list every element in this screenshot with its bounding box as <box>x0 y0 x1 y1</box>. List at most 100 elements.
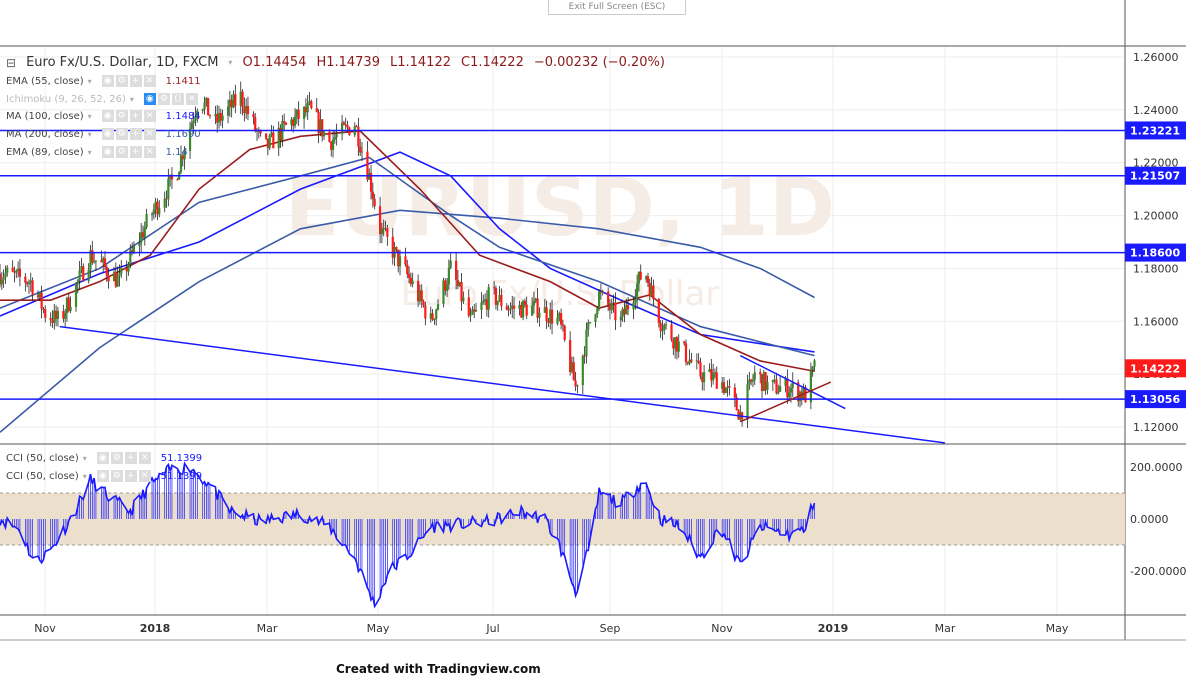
eye-icon[interactable]: ◉ <box>101 128 114 140</box>
close-icon[interactable]: ✕ <box>143 146 156 158</box>
candle-body <box>632 302 635 310</box>
candle-body <box>699 362 702 377</box>
candle-body <box>226 106 230 116</box>
chevron-down-icon[interactable]: ▾ <box>88 148 92 157</box>
candle-body <box>811 366 814 371</box>
chevron-down-icon[interactable]: ▾ <box>88 112 92 121</box>
indicator-legend[interactable]: MA (200, close) ▾ ◉ ⚙ + ✕ 1.1690 <box>6 126 201 142</box>
plus-icon[interactable]: + <box>124 470 137 482</box>
indicator-label[interactable]: MA (100, close) <box>6 111 84 122</box>
gear-icon[interactable]: ⚙ <box>115 128 128 140</box>
close-icon[interactable]: ✕ <box>138 470 151 482</box>
candle-body <box>293 116 297 126</box>
candle-body <box>809 370 812 403</box>
close-icon[interactable]: ✕ <box>185 93 198 105</box>
chevron-down-icon[interactable]: ▾ <box>83 454 87 463</box>
time-tick-label: Sep <box>600 622 621 635</box>
indicator-label[interactable]: CCI (50, close) <box>6 453 79 464</box>
indicator-legend[interactable]: EMA (55, close) ▾ ◉ ⚙ + ✕ 1.1411 <box>6 73 201 89</box>
plus-icon[interactable]: + <box>129 110 142 122</box>
gear-icon[interactable]: ⚙ <box>110 452 123 464</box>
candle-body <box>4 272 7 278</box>
close-icon[interactable]: ✕ <box>138 452 151 464</box>
price-tick-label: 1.18000 <box>1133 262 1179 275</box>
indicator-label[interactable]: Ichimoku (9, 26, 52, 26) <box>6 94 126 105</box>
candle-body <box>512 305 516 309</box>
candle-body <box>120 268 123 274</box>
candle-body <box>766 382 769 391</box>
candle-body <box>594 314 597 323</box>
chevron-down-icon[interactable]: ▾ <box>83 472 87 481</box>
candle-body <box>103 258 107 268</box>
candle-body <box>76 280 79 284</box>
indicator-label[interactable]: EMA (89, close) <box>6 147 84 158</box>
eye-icon[interactable]: ◉ <box>101 146 114 158</box>
candle-body <box>404 256 407 265</box>
eye-icon[interactable]: ◉ <box>101 110 114 122</box>
candle-body <box>27 282 31 285</box>
candle-body <box>690 359 693 362</box>
close-icon[interactable]: ✕ <box>143 110 156 122</box>
candle-body <box>132 245 136 252</box>
candle-body <box>272 132 275 149</box>
candle-body <box>424 305 427 319</box>
eye-icon[interactable]: ◉ <box>101 75 114 87</box>
chevron-down-icon[interactable]: ▾ <box>130 95 134 104</box>
candle-body <box>145 213 148 228</box>
candle-body <box>310 101 313 109</box>
plus-icon[interactable]: + <box>129 146 142 158</box>
gear-icon[interactable]: ⚙ <box>115 75 128 87</box>
candle-body <box>118 273 121 277</box>
candle-body <box>684 343 688 363</box>
candle-body <box>664 324 668 326</box>
candle-body <box>576 385 579 387</box>
candle-body <box>777 391 780 394</box>
candle-body <box>360 151 364 153</box>
candle-body <box>322 131 326 137</box>
indicator-legend[interactable]: MA (100, close) ▾ ◉ ⚙ + ✕ 1.1484 <box>6 108 201 124</box>
price-level-label: 1.18600 <box>1130 247 1180 260</box>
plus-icon[interactable]: () <box>171 93 184 105</box>
eye-icon[interactable]: ◉ <box>96 470 109 482</box>
cci-tick-label: -200.0000 <box>1130 565 1186 578</box>
symbol-title[interactable]: Euro Fx/U.S. Dollar, 1D, FXCM <box>26 55 218 70</box>
indicator-label[interactable]: MA (200, close) <box>6 129 84 140</box>
cci-legend[interactable]: CCI (50, close) ▾ ◉ ⚙ + ✕ 51.1399 <box>6 468 202 484</box>
eye-icon[interactable]: ◉ <box>143 93 156 105</box>
high-value: H1.14739 <box>316 55 380 70</box>
plus-icon[interactable]: + <box>124 452 137 464</box>
candle-body <box>234 94 237 106</box>
plus-icon[interactable]: + <box>129 75 142 87</box>
eye-icon[interactable]: ◉ <box>96 452 109 464</box>
candle-body <box>69 306 72 311</box>
gear-icon[interactable]: ⚙ <box>110 470 123 482</box>
cci-tick-label: 200.0000 <box>1130 461 1183 474</box>
candle-body <box>201 109 204 111</box>
chevron-down-icon[interactable]: ▾ <box>88 130 92 139</box>
indicator-label[interactable]: EMA (55, close) <box>6 76 84 87</box>
chevron-down-icon[interactable]: ▾ <box>88 77 92 86</box>
indicator-label[interactable]: CCI (50, close) <box>6 471 79 482</box>
candle-body <box>677 341 680 352</box>
candle-body <box>241 91 244 107</box>
indicator-legend[interactable]: Ichimoku (9, 26, 52, 26) ▾ ◉ ⚙() ✕ <box>6 91 208 107</box>
gear-icon[interactable]: ⚙ <box>115 110 128 122</box>
close-icon[interactable]: ✕ <box>143 75 156 87</box>
indicator-legend[interactable]: EMA (89, close) ▾ ◉ ⚙ + ✕ 1.14 <box>6 144 188 160</box>
close-icon[interactable]: ✕ <box>143 128 156 140</box>
candle-body <box>284 122 288 125</box>
candle-body <box>2 277 5 280</box>
cci-legend[interactable]: CCI (50, close) ▾ ◉ ⚙ + ✕ 51.1399 <box>6 450 202 466</box>
indicator-value: 1.14 <box>165 146 188 158</box>
candle-body <box>652 285 655 300</box>
candle-body <box>138 242 141 246</box>
candle-body <box>538 312 541 318</box>
time-tick-label: 2019 <box>818 622 849 635</box>
candle-body <box>56 311 60 319</box>
gear-icon[interactable]: ⚙ <box>157 93 170 105</box>
collapse-icon[interactable]: ⊟ <box>6 56 16 70</box>
chevron-down-icon[interactable]: ▾ <box>228 58 232 67</box>
candle-body <box>18 268 22 277</box>
gear-icon[interactable]: ⚙ <box>115 146 128 158</box>
plus-icon[interactable]: + <box>129 128 142 140</box>
